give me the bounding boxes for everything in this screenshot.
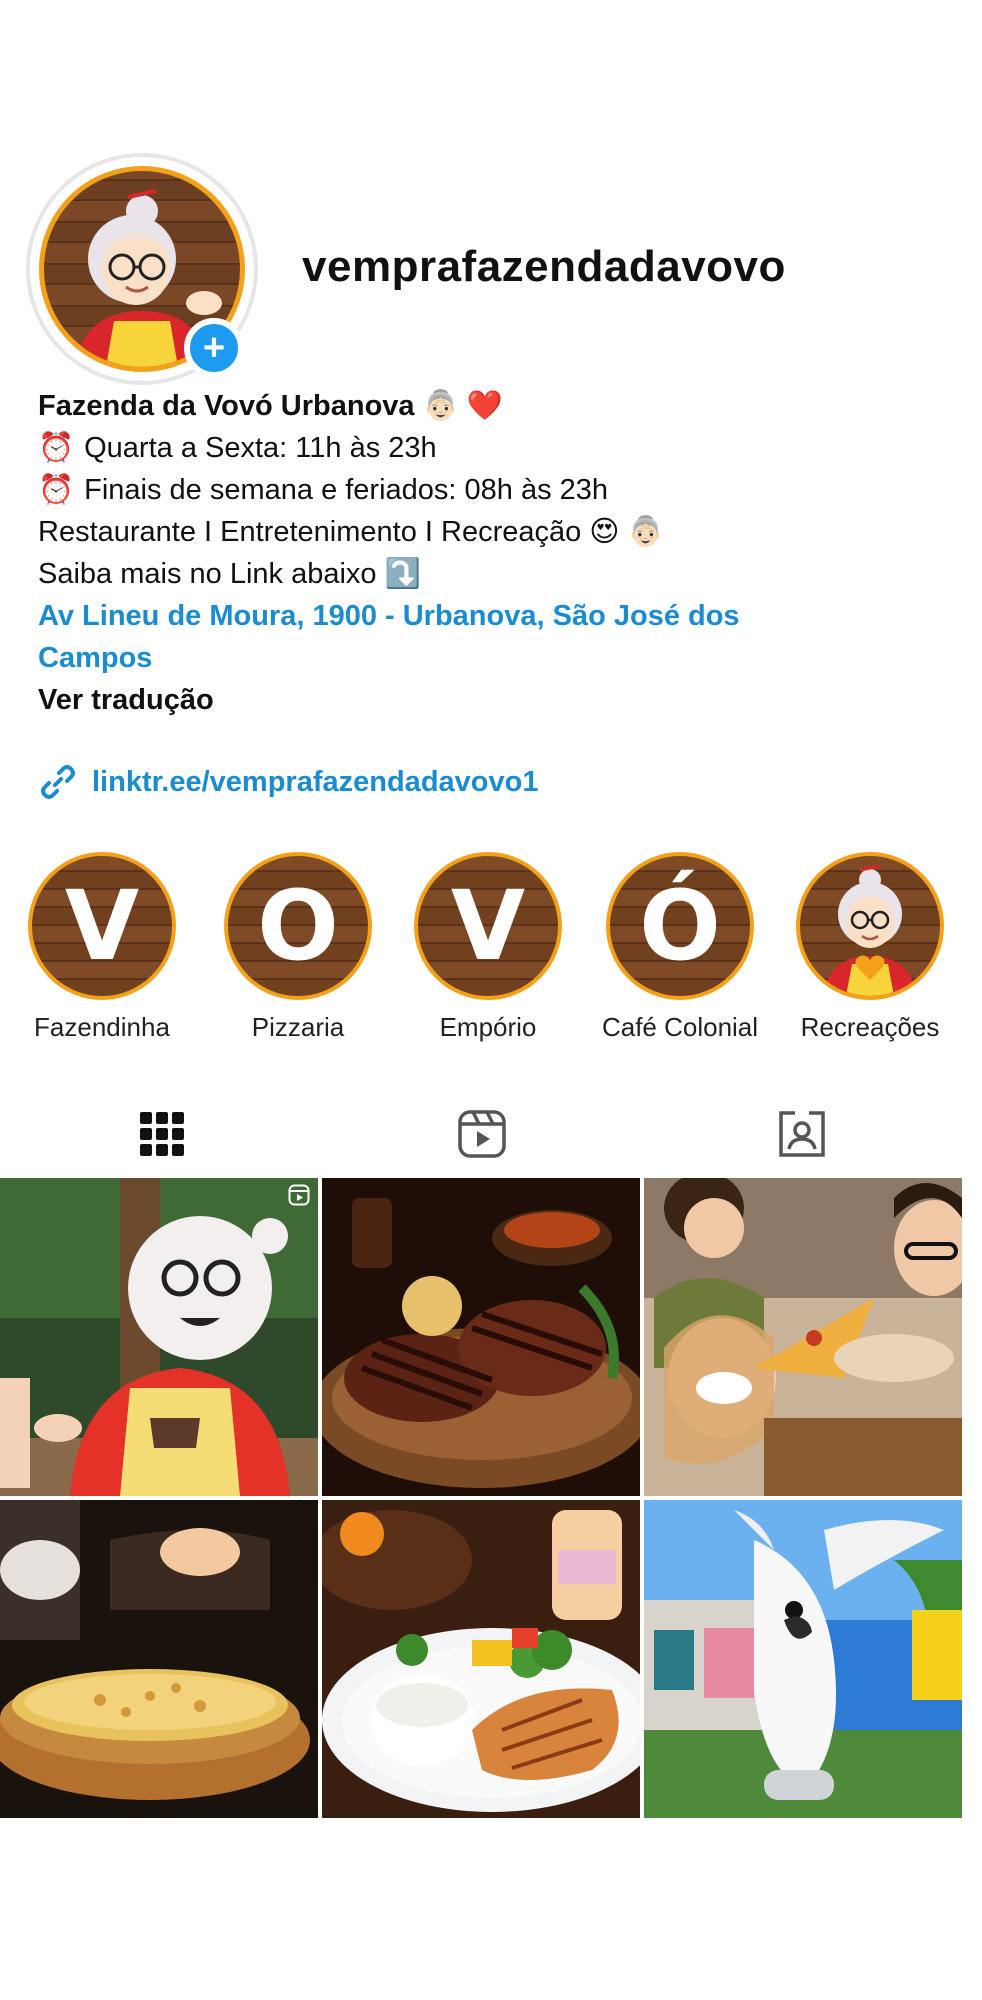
- red-heart-emoji-icon: ❤️: [466, 390, 503, 422]
- highlight-label: Recreações: [800, 1012, 940, 1042]
- highlight-letter: V: [450, 870, 526, 982]
- alarm-clock-icon: ⏰: [38, 474, 75, 506]
- hours-weekend-text: Finais de semana e feriados: 08h às 23h: [84, 474, 609, 506]
- highlight-label: Café Colonial: [601, 1012, 759, 1042]
- plus-icon: +: [202, 327, 226, 369]
- heart-eyes-emoji-icon: 😍: [589, 516, 620, 548]
- external-link[interactable]: linktr.ee/vemprafazendadavovo1: [38, 762, 538, 802]
- highlight-letter: O: [257, 870, 339, 982]
- steaks-photo: [322, 1178, 640, 1496]
- chicken-plate-photo: [322, 1500, 640, 1818]
- display-name: Fazenda da Vovó Urbanova: [38, 390, 415, 422]
- bio-hours-weekday: ⏰ Quarta a Sexta: 11h às 23h: [38, 427, 958, 469]
- highlight-recreacoes[interactable]: Recreações: [780, 852, 960, 1043]
- highlight-cover: Ó: [606, 852, 754, 1000]
- tab-tagged[interactable]: [772, 1104, 832, 1164]
- post-mascot-grandma[interactable]: [0, 1178, 318, 1496]
- bio-name-line: Fazenda da Vovó Urbanova 👵🏻 ❤️: [38, 385, 958, 427]
- highlight-cover: O: [224, 852, 372, 1000]
- pizza-photo: [0, 1500, 318, 1818]
- grandma-emoji-icon: 👵🏻: [422, 390, 459, 422]
- tab-reels[interactable]: [452, 1104, 512, 1164]
- highlight-label: Empório: [439, 1012, 537, 1042]
- mascot-photo: [0, 1178, 318, 1496]
- profile-tabs: [0, 1104, 982, 1174]
- bio-hours-weekend: ⏰ Finais de semana e feriados: 08h às 23…: [38, 469, 958, 511]
- highlight-cafe-colonial[interactable]: Ó Café Colonial: [590, 852, 770, 1043]
- highlight-label: Fazendinha: [34, 1012, 170, 1042]
- highlight-cover: V: [414, 852, 562, 1000]
- highlight-label: Pizzaria: [251, 1012, 345, 1042]
- link-icon: [38, 762, 78, 802]
- tagged-icon: [779, 1111, 825, 1157]
- bio-link-hint: Saiba mais no Link abaixo ⤵️: [38, 553, 958, 595]
- highlight-cover: [796, 852, 944, 1000]
- highlight-pizzaria[interactable]: O Pizzaria: [208, 852, 388, 1043]
- grid-icon: [140, 1112, 184, 1156]
- cockatoo-photo: [644, 1500, 962, 1818]
- reels-icon: [458, 1110, 506, 1158]
- post-white-cockatoo[interactable]: [644, 1500, 962, 1818]
- post-pizza-on-board[interactable]: [0, 1500, 318, 1818]
- services-text: Restaurante I Entretenimento I Recreação: [38, 516, 582, 548]
- post-chicken-rice-plate[interactable]: [322, 1500, 640, 1818]
- post-grilled-steaks[interactable]: [322, 1178, 640, 1496]
- bio-services: Restaurante I Entretenimento I Recreação…: [38, 511, 958, 553]
- highlight-fazendinha[interactable]: V Fazendinha: [12, 852, 192, 1043]
- friends-photo: [644, 1178, 962, 1496]
- add-story-button[interactable]: +: [184, 318, 244, 378]
- post-friends-eating-pizza[interactable]: [644, 1178, 962, 1496]
- arrow-down-right-icon: ⤵️: [384, 558, 421, 590]
- address-link[interactable]: Av Lineu de Moura, 1900 - Urbanova, São …: [38, 595, 838, 679]
- reel-badge-icon: [288, 1184, 310, 1211]
- external-link-text: linktr.ee/vemprafazendadavovo1: [92, 765, 539, 798]
- profile-username: vemprafazendadavovo: [302, 242, 786, 291]
- alarm-clock-icon: ⏰: [38, 432, 75, 464]
- highlight-emporio[interactable]: V Empório: [398, 852, 578, 1043]
- story-highlights: V Fazendinha O Pizzaria V Empório Ó Café…: [0, 852, 982, 1052]
- grandma-emoji-icon: 👵🏻: [627, 516, 664, 548]
- highlight-cover: V: [28, 852, 176, 1000]
- grandma-heart-icon: [822, 864, 918, 996]
- hours-weekday-text: Quarta a Sexta: 11h às 23h: [84, 432, 437, 464]
- translate-button[interactable]: Ver tradução: [38, 679, 958, 721]
- tab-grid[interactable]: [132, 1104, 192, 1164]
- highlight-letter: Ó: [639, 870, 721, 982]
- link-hint-text: Saiba mais no Link abaixo: [38, 558, 377, 590]
- profile-bio: Fazenda da Vovó Urbanova 👵🏻 ❤️ ⏰ Quarta …: [38, 385, 958, 721]
- highlight-letter: V: [64, 870, 140, 982]
